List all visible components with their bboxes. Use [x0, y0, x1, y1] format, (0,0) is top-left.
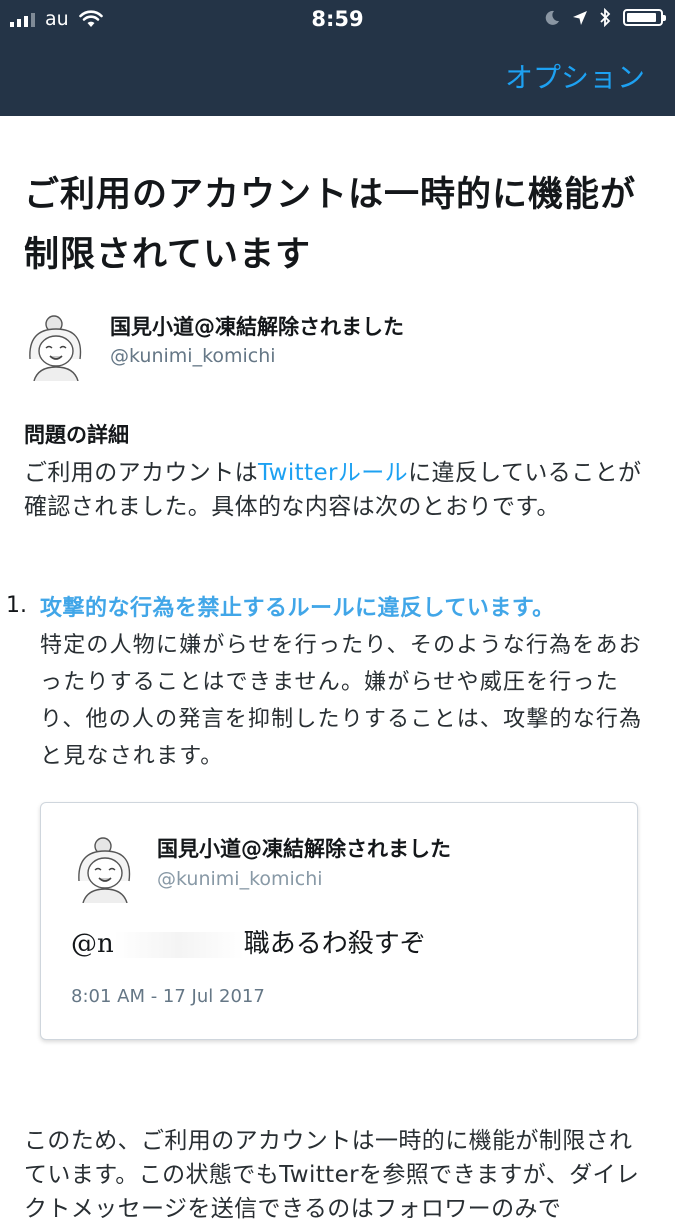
location-arrow-icon [573, 10, 587, 25]
violation-title-link[interactable]: 攻撃的な行為を禁止するルールに違反しています。 [40, 590, 555, 622]
details-heading: 問題の詳細 [24, 423, 129, 447]
violation-description: 特定の人物に嫌がらせを行ったり、そのような行為をあおったりすることはできません。… [40, 633, 643, 769]
tweet-mention: @n [71, 929, 114, 959]
tweet-timestamp: 8:01 AM - 17 Jul 2017 [71, 986, 265, 1007]
account-handle: @kunimi_komichi [110, 345, 276, 367]
twitter-rules-link[interactable]: Twitterルール [258, 460, 408, 486]
details-text-before: ご利用のアカウントは [24, 460, 258, 486]
moon-icon [545, 10, 559, 25]
page-title: ご利用のアカウントは一時的に機能が制限されています [24, 175, 637, 275]
details-text: ご利用のアカウントはTwitterルールに違反していることが確認されました。具体… [24, 456, 654, 524]
avatar [22, 311, 90, 381]
tweet-display-name: 国見小道@凍結解除されました [157, 837, 451, 861]
redacted-mention [113, 932, 244, 958]
violation-number: 1. [6, 593, 27, 618]
tweet-avatar [71, 833, 139, 903]
nav-bar: オプション [0, 38, 675, 116]
account-display-name: 国見小道@凍結解除されました [110, 315, 404, 339]
tweet-text: @n 職あるわ殺すぞ [71, 923, 426, 960]
options-button[interactable]: オプション [505, 56, 645, 96]
tweet-card[interactable]: 国見小道@凍結解除されました @kunimi_komichi @n 職あるわ殺すぞ… [40, 802, 638, 1040]
bluetooth-icon [600, 8, 611, 27]
tweet-body: 職あるわ殺すぞ [243, 929, 426, 959]
tweet-avatar-illustration [71, 833, 139, 903]
status-right [545, 8, 666, 27]
battery-icon [623, 9, 666, 26]
battery-fill [627, 13, 656, 22]
tweet-handle: @kunimi_komichi [157, 868, 323, 890]
avatar-illustration [22, 311, 90, 381]
restriction-explanation: このため、ご利用のアカウントは一時的に機能が制限されています。この状態でもTwi… [24, 1128, 640, 1222]
status-bar: au 8:59 [0, 0, 675, 38]
